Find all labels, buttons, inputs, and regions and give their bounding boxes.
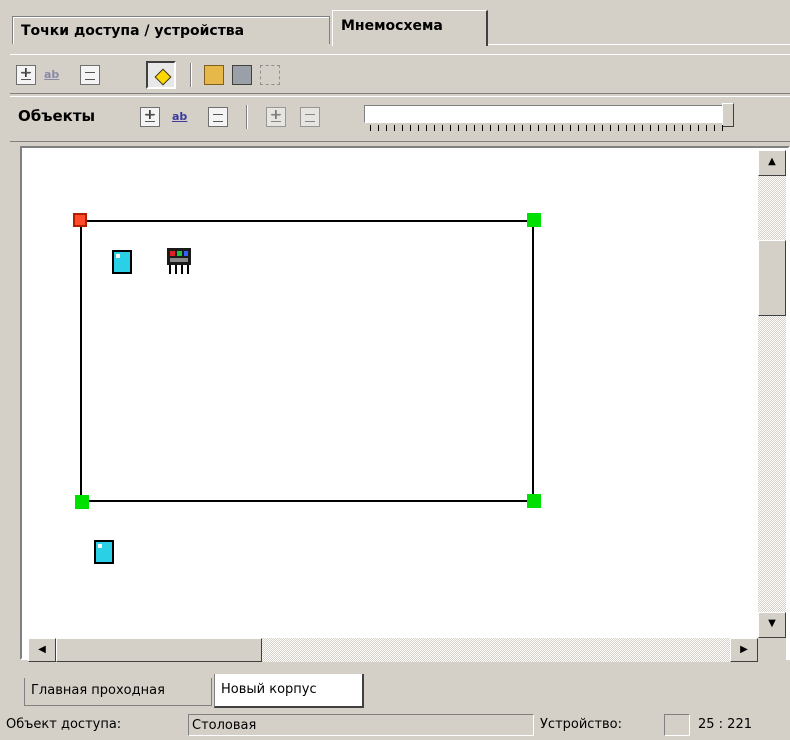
resize-handle-bottom-left[interactable] xyxy=(75,495,89,509)
add-object-icon[interactable] xyxy=(140,107,160,127)
device-label: Устройство: xyxy=(540,717,623,732)
scrollbar-corner xyxy=(758,638,786,662)
objects-toolbar: Объекты ab xyxy=(10,96,790,142)
access-object-field: Столовая xyxy=(188,714,534,736)
reader-device-icon[interactable] xyxy=(94,540,114,564)
scroll-right-button[interactable]: ▶ xyxy=(730,638,758,662)
scroll-down-button[interactable]: ▼ xyxy=(758,612,786,638)
bring-forward-icon[interactable] xyxy=(266,107,286,127)
zoom-slider-thumb[interactable] xyxy=(722,103,734,127)
tab-new-building[interactable]: Новый корпус xyxy=(214,674,364,708)
status-bar: Объект доступа: Столовая Устройство: 25 … xyxy=(0,710,790,740)
zone-rectangle[interactable] xyxy=(80,220,534,502)
resize-handle-top-left[interactable] xyxy=(73,213,87,227)
controller-device-icon[interactable] xyxy=(164,246,194,276)
remove-document-icon[interactable] xyxy=(80,65,100,85)
send-back-icon[interactable] xyxy=(300,107,320,127)
select-diamond-icon xyxy=(154,68,172,86)
resize-handle-top-right[interactable] xyxy=(527,213,541,227)
toolbar-separator xyxy=(246,105,248,129)
tab-divider-line xyxy=(488,44,790,45)
access-object-label: Объект доступа: xyxy=(6,717,122,732)
horizontal-scrollbar[interactable]: ◀ ▶ xyxy=(28,638,758,662)
select-mode-button[interactable] xyxy=(146,61,176,89)
delete-object-icon[interactable] xyxy=(208,107,228,127)
scroll-left-button[interactable]: ◀ xyxy=(28,638,56,662)
zoom-slider-ticks xyxy=(370,125,726,131)
tab-access-points[interactable]: Точки доступа / устройства xyxy=(12,16,330,44)
coordinates-readout: 25 : 221 xyxy=(698,717,752,732)
paste-icon[interactable] xyxy=(232,65,252,85)
text-label-icon[interactable]: ab xyxy=(44,65,70,85)
reader-device-icon[interactable] xyxy=(112,250,132,274)
resize-handle-bottom-right[interactable] xyxy=(527,494,541,508)
open-folder-icon[interactable] xyxy=(204,65,224,85)
device-field xyxy=(664,714,690,736)
add-document-icon[interactable] xyxy=(16,65,36,85)
add-text-object-icon[interactable]: ab xyxy=(172,107,198,127)
vertical-scrollbar[interactable]: ▲ ▼ xyxy=(758,150,786,638)
main-tabstrip: Точки доступа / устройства Мнемосхема xyxy=(0,0,790,46)
scroll-up-button[interactable]: ▲ xyxy=(758,150,786,176)
editor-toolbar: ab xyxy=(10,54,790,94)
clear-image-icon[interactable] xyxy=(260,65,280,85)
tab-main-entrance[interactable]: Главная проходная xyxy=(24,678,212,706)
vertical-scroll-thumb[interactable] xyxy=(758,240,786,316)
tab-mnemonic-scheme[interactable]: Мнемосхема xyxy=(332,10,488,46)
horizontal-scroll-thumb[interactable] xyxy=(56,638,262,662)
zoom-slider-track[interactable] xyxy=(364,105,734,123)
toolbar-separator xyxy=(190,63,192,87)
objects-label: Объекты xyxy=(18,107,96,125)
